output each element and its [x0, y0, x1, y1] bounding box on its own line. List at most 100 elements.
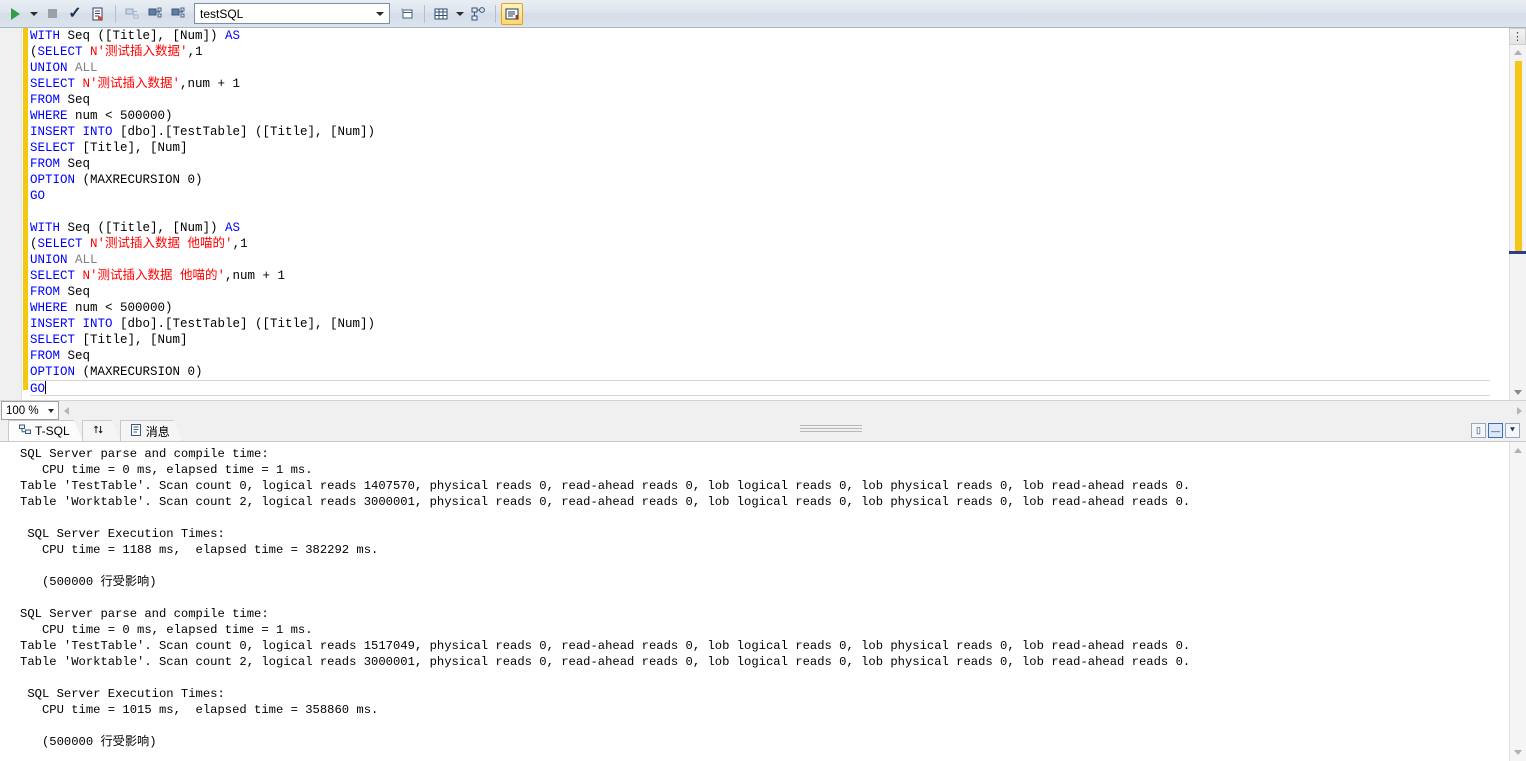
sort-arrows-icon	[93, 424, 104, 438]
toolbar-separator-2	[424, 4, 425, 23]
code-token: INSERT INTO	[30, 317, 113, 331]
code-token: FROM	[30, 93, 61, 107]
editor-vertical-scrollbar[interactable]: ⋮	[1509, 28, 1526, 400]
code-line[interactable]: FROM Seq	[30, 284, 1490, 300]
editor-code-area[interactable]: WITH Seq ([Title], [Num]) AS (SELECT N'测试…	[30, 28, 1490, 396]
scroll-down-arrow-icon[interactable]	[1511, 386, 1524, 399]
scroll-down-arrow-icon[interactable]	[1511, 746, 1524, 759]
results-to-text-icon[interactable]	[501, 2, 523, 25]
messages-vertical-scrollbar[interactable]	[1509, 442, 1526, 761]
minimize-pane-button[interactable]: —	[1488, 423, 1503, 438]
scroll-up-arrow-icon[interactable]	[1511, 444, 1524, 457]
tab-tsql-label: T-SQL	[35, 424, 70, 438]
code-token: [Title], [Num]	[75, 141, 188, 155]
code-token: SELECT	[37, 237, 83, 251]
scroll-up-arrow-icon[interactable]	[1511, 46, 1524, 59]
code-line[interactable]: FROM Seq	[30, 92, 1490, 108]
tab-messages[interactable]: 消息	[120, 420, 183, 441]
message-line: Table 'Worktable'. Scan count 2, logical…	[20, 655, 1191, 669]
message-page-icon	[131, 424, 142, 439]
code-token: N'测试插入数据 他喵的'	[82, 269, 226, 283]
execute-button[interactable]	[4, 3, 26, 25]
zoom-value: 100 %	[6, 404, 39, 417]
code-line[interactable]: UNION ALL	[30, 60, 1490, 76]
code-line[interactable]: SELECT [Title], [Num]	[30, 140, 1490, 156]
query-designer-glyph	[471, 6, 485, 20]
code-line[interactable]: WITH Seq ([Title], [Num]) AS	[30, 28, 1490, 44]
code-line[interactable]: UNION ALL	[30, 252, 1490, 268]
code-token: INSERT INTO	[30, 125, 113, 139]
chevron-down-icon[interactable]	[376, 11, 384, 16]
code-token: N'测试插入数据 他喵的'	[90, 237, 233, 251]
include-actual-plan-icon[interactable]	[144, 3, 166, 25]
editor-horizontal-scrollbar[interactable]	[59, 402, 1526, 419]
code-line[interactable]	[30, 204, 1490, 220]
code-line[interactable]: OPTION (MAXRECURSION 0)	[30, 172, 1490, 188]
code-line[interactable]: FROM Seq	[30, 348, 1490, 364]
code-token: UNION	[30, 253, 68, 267]
scroll-left-arrow-icon[interactable]	[59, 404, 73, 418]
code-line[interactable]: WHERE num < 500000)	[30, 108, 1490, 124]
code-token: [dbo].[TestTable] ([Title], [Num])	[112, 125, 376, 139]
plan-glyph	[19, 424, 31, 435]
zoom-combobox[interactable]: 100 %	[1, 401, 59, 420]
code-line[interactable]: WITH Seq ([Title], [Num]) AS	[30, 220, 1490, 236]
message-page-glyph	[131, 424, 142, 436]
execute-dropdown-button[interactable]	[27, 3, 40, 25]
results-to-text-glyph	[505, 8, 519, 19]
sort-arrows-glyph	[93, 424, 104, 435]
design-query-icon[interactable]	[467, 3, 489, 25]
template-params-glyph	[401, 8, 413, 18]
code-token: FROM	[30, 285, 61, 299]
stop-button[interactable]	[41, 3, 63, 25]
specify-values-icon[interactable]	[396, 3, 418, 25]
code-token: N'测试插入数据'	[82, 77, 181, 91]
editor-split-handle[interactable]: ⋮	[1509, 28, 1526, 45]
code-line[interactable]: (SELECT N'测试插入数据 他喵的',1	[30, 236, 1490, 252]
code-line[interactable]: INSERT INTO [dbo].[TestTable] ([Title], …	[30, 124, 1490, 140]
message-line: CPU time = 1188 ms, elapsed time = 38229…	[20, 543, 379, 557]
tab-sort[interactable]	[82, 420, 121, 441]
code-line[interactable]: INSERT INTO [dbo].[TestTable] ([Title], …	[30, 316, 1490, 332]
code-token: WHERE	[30, 301, 68, 315]
message-line: (500000 行受影响)	[20, 735, 157, 749]
restore-glyph: ▯	[1476, 425, 1481, 435]
code-line[interactable]: WHERE num < 500000)	[30, 300, 1490, 316]
code-line[interactable]: SELECT [Title], [Num]	[30, 332, 1490, 348]
code-line[interactable]: GO	[30, 188, 1490, 204]
sql-editor[interactable]: WITH Seq ([Title], [Num]) AS (SELECT N'测试…	[0, 28, 1526, 400]
message-line: SQL Server parse and compile time:	[20, 447, 269, 461]
close-pane-button[interactable]: ⯆	[1505, 423, 1520, 438]
code-token: Seq ([Title], [Num])	[60, 221, 226, 235]
pane-splitter-grip[interactable]	[800, 425, 862, 433]
code-token: (MAXRECURSION 0)	[75, 365, 203, 379]
database-combobox[interactable]: testSQL	[194, 3, 390, 24]
code-token: N'测试插入数据'	[90, 45, 188, 59]
code-line[interactable]: (SELECT N'测试插入数据',1	[30, 44, 1490, 60]
debug-icon[interactable]	[87, 3, 109, 25]
scroll-right-arrow-icon[interactable]	[1512, 404, 1526, 418]
code-line[interactable]: SELECT N'测试插入数据 他喵的',num + 1	[30, 268, 1490, 284]
results-to-dropdown-button[interactable]	[453, 3, 466, 25]
display-estimated-plan-icon[interactable]	[121, 3, 143, 25]
parse-check-icon[interactable]: ✓	[64, 3, 86, 25]
tab-tsql[interactable]: T-SQL	[8, 420, 83, 441]
code-token: ,num + 1	[180, 77, 241, 91]
editor-gutter	[0, 28, 22, 400]
code-line[interactable]: SELECT N'测试插入数据',num + 1	[30, 76, 1490, 92]
code-token: OPTION	[30, 365, 76, 379]
messages-text[interactable]: SQL Server parse and compile time: CPU t…	[20, 446, 1500, 750]
scrollbar-change-indicator	[1515, 61, 1522, 254]
chevron-down-icon[interactable]	[48, 408, 54, 413]
messages-pane[interactable]: SQL Server parse and compile time: CPU t…	[0, 442, 1526, 761]
results-to-grid-icon[interactable]	[430, 3, 452, 25]
code-token: ,1	[232, 237, 248, 251]
restore-pane-button[interactable]: ▯	[1471, 423, 1486, 438]
code-line[interactable]: OPTION (MAXRECURSION 0)	[30, 364, 1490, 380]
code-line[interactable]: FROM Seq	[30, 156, 1490, 172]
include-live-stats-icon[interactable]	[167, 3, 189, 25]
code-line[interactable]: GO	[30, 380, 1490, 396]
message-line: SQL Server Execution Times:	[20, 527, 225, 541]
